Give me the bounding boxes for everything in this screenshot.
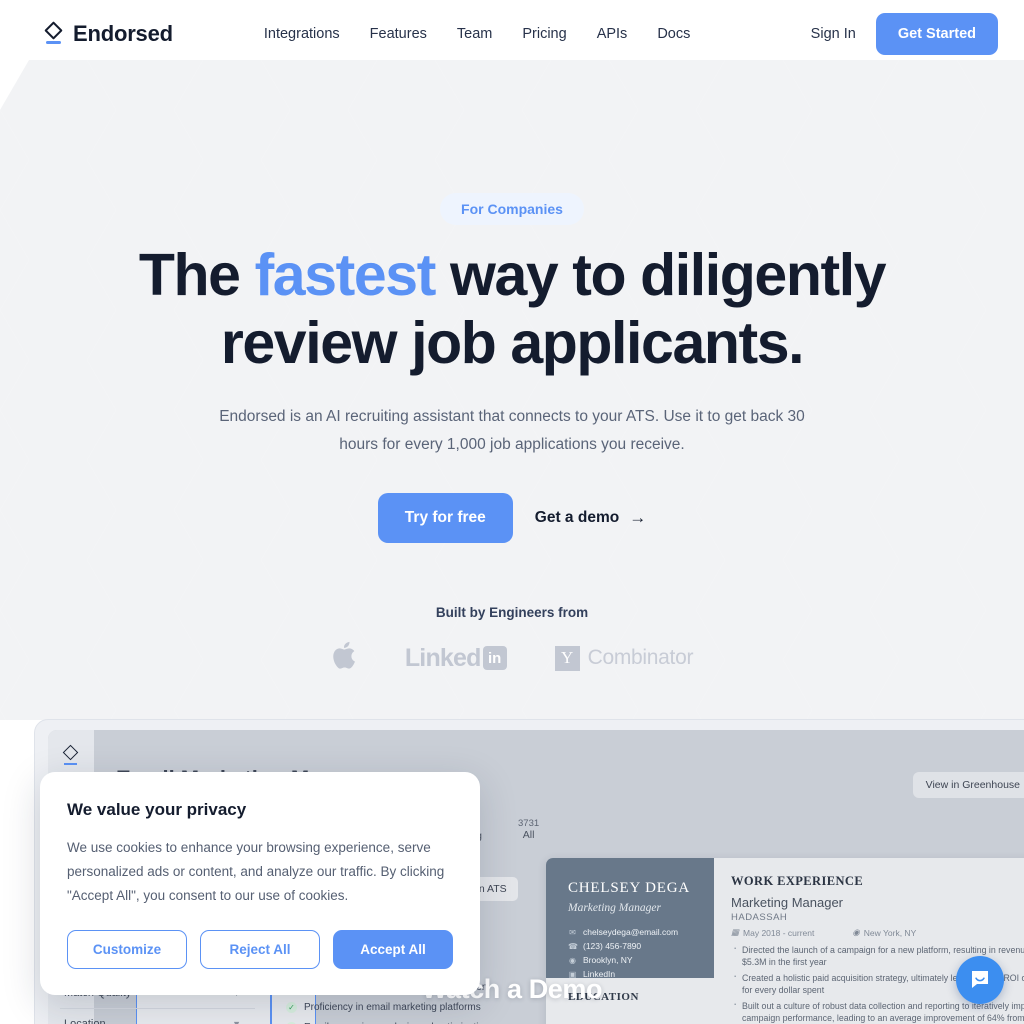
linkedin-box: in xyxy=(482,646,507,670)
get-a-demo-link[interactable]: Get a demo → xyxy=(535,508,646,528)
apple-logo-icon xyxy=(331,640,357,676)
headline-line2: review job applicants. xyxy=(220,310,805,376)
filter-label: Location xyxy=(64,1018,106,1024)
chevron-down-icon: ▼ xyxy=(232,1019,241,1024)
resume-company: HADASSAH xyxy=(731,912,788,923)
brand-logo[interactable]: Endorsed xyxy=(44,21,173,47)
nav-link-apis[interactable]: APIs xyxy=(597,26,628,42)
diamond-logo-icon xyxy=(44,21,64,46)
hero-subtitle: Endorsed is an AI recruiting assistant t… xyxy=(219,408,805,453)
for-companies-badge: For Companies xyxy=(440,193,584,225)
envelope-icon: ✉ xyxy=(569,927,576,937)
app-stat-label: All xyxy=(522,829,535,841)
resume-contact-list: ✉ chelseydega@email.com ☎ (123) 456-7890… xyxy=(568,927,714,979)
sign-in-link[interactable]: Sign In xyxy=(811,26,856,42)
reject-all-button[interactable]: Reject All xyxy=(200,930,320,969)
hero-section: For Companies The fastest way to diligen… xyxy=(0,0,1024,676)
resume-work-heading: WORK EXPERIENCE xyxy=(731,874,864,888)
get-started-button[interactable]: Get Started xyxy=(875,13,998,55)
nav-link-features[interactable]: Features xyxy=(370,26,427,42)
social-proof-heading: Built by Engineers from xyxy=(435,605,589,620)
contact-text: Brooklyn, NY xyxy=(583,955,633,965)
cookie-body: We use cookies to enhance your browsing … xyxy=(67,840,445,903)
yc-box: Y xyxy=(554,645,580,671)
list-item: ◉ Brooklyn, NY xyxy=(568,955,714,965)
filter-location[interactable]: Location ▼ xyxy=(60,1009,255,1024)
calendar-icon: ▦ xyxy=(731,927,740,937)
contact-text: (123) 456-7890 xyxy=(583,941,642,951)
cookie-consent-dialog: We value your privacy We use cookies to … xyxy=(40,772,480,995)
yc-word: Combinator xyxy=(587,646,694,669)
resume-job-title: Marketing Manager xyxy=(731,895,843,910)
headline-part1: The xyxy=(138,242,255,308)
page-root: Endorsed Integrations Features Team Pric… xyxy=(0,0,1024,1024)
arrow-right-icon: → xyxy=(629,508,647,527)
pin-icon: ◉ xyxy=(569,955,576,965)
brand-name: Endorsed xyxy=(73,21,173,46)
nav-link-pricing[interactable]: Pricing xyxy=(522,26,566,42)
nav-links: Integrations Features Team Pricing APIs … xyxy=(264,26,690,42)
list-item: ✉ chelseydega@email.com xyxy=(568,927,714,937)
resume-job-meta: ▦ May 2018 - current ◉ New York, NY xyxy=(731,927,1024,938)
chat-bubble-icon xyxy=(972,971,988,988)
headline-accent: fastest xyxy=(254,242,437,308)
try-for-free-button[interactable]: Try for free xyxy=(377,493,513,543)
linkedin-logo-icon: Linked in xyxy=(405,644,507,673)
nav-actions: Sign In Get Started xyxy=(811,13,998,55)
app-stat-all: 3731 All xyxy=(518,818,539,841)
resume-candidate-role: Marketing Manager xyxy=(568,902,661,914)
cookie-title: We value your privacy xyxy=(67,800,247,819)
resume-candidate-name: CHELSEY DEGA xyxy=(568,880,690,896)
view-in-greenhouse-button[interactable]: View in Greenhouse xyxy=(912,772,1024,798)
get-a-demo-label: Get a demo xyxy=(534,509,620,526)
linkedin-word: Linked xyxy=(404,643,482,672)
social-proof-logos: Linked in Y Combinator xyxy=(0,640,1024,676)
list-item: ☎ (123) 456-7890 xyxy=(568,941,714,951)
diamond-logo-icon xyxy=(62,744,80,768)
nav-link-team[interactable]: Team xyxy=(457,26,492,42)
app-stat-number: 3731 xyxy=(518,818,540,829)
top-navigation-bar: Endorsed Integrations Features Team Pric… xyxy=(0,0,1024,68)
ycombinator-logo-icon: Y Combinator xyxy=(554,645,694,671)
resume-location: ◉ New York, NY xyxy=(852,927,917,938)
customize-button[interactable]: Customize xyxy=(67,930,187,969)
page-title: The fastest way to diligently review job… xyxy=(0,241,1024,377)
headline-part2: way to diligently xyxy=(434,242,887,308)
nav-link-integrations[interactable]: Integrations xyxy=(264,26,340,42)
accept-all-button[interactable]: Accept All xyxy=(333,930,453,969)
pin-icon: ◉ xyxy=(852,927,860,937)
nav-link-docs[interactable]: Docs xyxy=(657,26,690,42)
phone-icon: ☎ xyxy=(568,941,578,951)
resume-sidebar: CHELSEY DEGA Marketing Manager ✉ chelsey… xyxy=(546,858,714,979)
resume-dates: ▦ May 2018 - current xyxy=(731,927,815,938)
cookie-actions: Customize Reject All Accept All xyxy=(67,930,453,969)
contact-text: chelseydega@email.com xyxy=(583,927,679,937)
hero-cta-row: Try for free Get a demo → xyxy=(0,493,1024,543)
chat-widget-button[interactable] xyxy=(956,956,1004,1004)
